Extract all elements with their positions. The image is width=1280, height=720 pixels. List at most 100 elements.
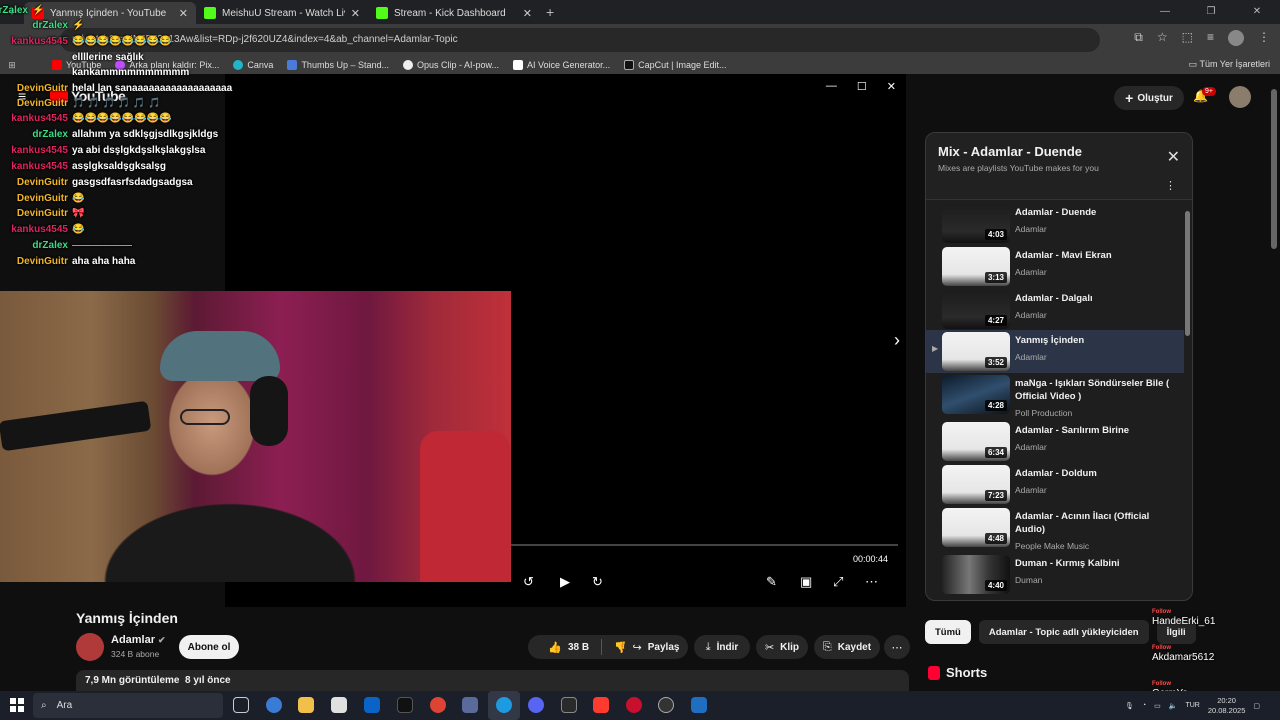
cast-icon[interactable]: ⧉: [1134, 30, 1143, 46]
next-video-arrow-icon[interactable]: ›: [894, 330, 900, 351]
download-label: İndir: [716, 641, 739, 653]
close-window-icon[interactable]: ✕: [1234, 0, 1280, 24]
download-button[interactable]: ⤓ İndir: [694, 635, 750, 659]
like-icon[interactable]: 👍: [548, 641, 562, 654]
toolbar-icons: ⧉ ☆ ⬚ ≡ ⋮: [1134, 30, 1270, 46]
tiktok-icon[interactable]: [397, 697, 413, 713]
playlist-item-current[interactable]: ▶ 3:52 Yanmış İçinden Adamlar: [926, 330, 1184, 373]
windows-start-icon[interactable]: [10, 698, 24, 712]
item-channel: Adamlar: [1015, 485, 1047, 495]
verified-icon: ✔: [158, 635, 166, 645]
chat-message: kankus4545 asşlgksaldşgksalşg: [0, 158, 166, 174]
new-tab-icon[interactable]: +: [546, 4, 554, 20]
chip-from-uploader[interactable]: Adamlar - Topic adlı yükleyiciden: [978, 620, 1149, 644]
playlist-close-icon[interactable]: ✕: [1167, 147, 1180, 167]
app-blue-icon[interactable]: [691, 697, 707, 713]
captions-icon[interactable]: ▣: [800, 574, 812, 590]
save-label: Kaydet: [837, 641, 872, 653]
bookmark-aivoice[interactable]: AI Voice Generator...: [513, 60, 610, 70]
player-close-icon[interactable]: ✕: [887, 80, 896, 93]
rewind-10-icon[interactable]: ↺: [523, 574, 534, 590]
playlist-item[interactable]: 6:34 Adamlar - Sarılırım Birine Adamlar: [926, 420, 1184, 463]
obs-icon[interactable]: [658, 697, 674, 713]
channel-name-text: Adamlar: [111, 634, 156, 646]
playlist-item[interactable]: 4:27 Adamlar - Dalgalı Adamlar: [926, 288, 1184, 331]
outlook-icon[interactable]: [364, 697, 380, 713]
play-icon[interactable]: ▶: [560, 574, 570, 590]
bookmark-star-icon[interactable]: ☆: [1157, 30, 1168, 46]
mic-icon[interactable]: 🎙: [1125, 702, 1134, 710]
playlist-item[interactable]: 4:03 Adamlar - Duende Adamlar: [926, 202, 1184, 245]
scissors-icon: ✂: [764, 641, 775, 654]
system-tray: 🎙 ◔ ▭ 🔈 TUR 20:20 20.08.2025 ▢: [1125, 691, 1260, 720]
playlist-title[interactable]: Mix - Adamlar - Duende: [938, 144, 1082, 159]
opera-icon[interactable]: [626, 697, 642, 713]
tab-close-icon[interactable]: ✕: [351, 7, 360, 20]
yandex-icon[interactable]: [593, 697, 609, 713]
playlist-item[interactable]: 7:23 Adamlar - Doldum Adamlar: [926, 463, 1184, 506]
playlist-more-icon[interactable]: ⋮: [1165, 179, 1176, 192]
player-maximize-icon[interactable]: ☐: [857, 80, 867, 93]
playlist-scrollbar[interactable]: [1185, 211, 1190, 336]
task-view-icon[interactable]: [233, 697, 249, 713]
profile-avatar[interactable]: [1228, 30, 1244, 46]
fullscreen-icon[interactable]: ⤢: [833, 574, 843, 590]
file-explorer-icon[interactable]: [298, 697, 314, 713]
taskbar-search[interactable]: ⌕ Ara: [33, 693, 223, 718]
more-actions-button[interactable]: ⋯: [884, 635, 910, 659]
edit-pencil-icon[interactable]: ✎: [766, 574, 777, 590]
chip-all[interactable]: Tümü: [925, 620, 971, 644]
chat-user: drZalex: [0, 4, 28, 16]
page-scrollbar[interactable]: [1271, 89, 1277, 249]
like-count[interactable]: 38 B: [568, 642, 589, 653]
battery-icon[interactable]: ▭: [1154, 702, 1161, 710]
restore-icon[interactable]: ❐: [1188, 0, 1234, 24]
minimize-icon[interactable]: —: [1142, 0, 1188, 24]
volume-icon[interactable]: 🔈: [1169, 702, 1178, 710]
account-avatar[interactable]: [1229, 86, 1251, 108]
create-button[interactable]: + Oluştur: [1114, 86, 1184, 110]
tab-close-icon[interactable]: ✕: [523, 7, 532, 20]
notification-center-icon[interactable]: ▢: [1253, 702, 1260, 710]
playlist-item[interactable]: 3:13 Adamlar - Mavi Ekran Adamlar: [926, 245, 1184, 288]
playlist-item[interactable]: 4:40 Duman - Kırmış Kalbini Duman: [926, 553, 1184, 596]
bookmark-thumbsup[interactable]: Thumbs Up – Stand...: [287, 60, 389, 70]
duration-badge: 4:27: [984, 315, 1007, 326]
wifi-icon[interactable]: ◔: [1142, 702, 1146, 709]
chat-message-continued: kankammmmmmmmmm: [72, 64, 189, 80]
browser-menu-icon[interactable]: ⋮: [1258, 30, 1270, 46]
streamer-cap: [160, 331, 280, 381]
copilot-icon[interactable]: [266, 697, 282, 713]
edge-icon[interactable]: [496, 697, 512, 713]
subscribe-button[interactable]: Abone ol: [179, 635, 239, 659]
more-options-icon[interactable]: ⋯: [865, 574, 878, 590]
item-title: Duman - Kırmış Kalbini: [1015, 558, 1120, 569]
extensions-icon[interactable]: ⬚: [1182, 30, 1193, 46]
clock-date: 20.08.2025: [1207, 705, 1246, 715]
bookmark-opusclip[interactable]: Opus Clip - AI-pow...: [402, 60, 499, 70]
media-icon[interactable]: ≡: [1207, 30, 1214, 46]
clip-button[interactable]: ✂ Klip: [756, 635, 808, 659]
store-icon[interactable]: [331, 697, 347, 713]
channel-name[interactable]: Adamlar ✔: [111, 634, 166, 646]
settings-gear-icon[interactable]: [462, 697, 478, 713]
app-icon[interactable]: [561, 697, 577, 713]
language-indicator[interactable]: TUR: [1185, 702, 1199, 709]
playlist-item[interactable]: 4:48 Adamlar - Acının İlacı (Official Au…: [926, 506, 1184, 551]
discord-icon[interactable]: [528, 697, 544, 713]
chat-user: drZalex: [32, 19, 68, 31]
share-button[interactable]: ↪ Paylaş: [624, 635, 688, 659]
playlist-item[interactable]: 4:28 maNga - Işıkları Söndürseler Bile (…: [926, 373, 1184, 418]
save-button[interactable]: ⎘ Kaydet: [814, 635, 880, 659]
tab-kick-dashboard[interactable]: Stream - Kick Dashboard ✕: [368, 2, 540, 24]
duration-badge: 3:13: [984, 272, 1007, 283]
chat-message: DevinGuitr 🎵 🎵 🎵 🎵 🎵 🎵: [0, 95, 161, 111]
all-bookmarks[interactable]: ▭ Tüm Yer İşaretleri: [1189, 59, 1270, 70]
forward-30-icon[interactable]: ↻: [592, 574, 603, 590]
chat-user: drZalex: [32, 239, 68, 251]
bookmark-capcut[interactable]: CapCut | Image Edit...: [624, 60, 726, 70]
player-minimize-icon[interactable]: —: [826, 80, 837, 93]
channel-avatar[interactable]: [76, 633, 104, 661]
clock[interactable]: 20:20 20.08.2025: [1208, 696, 1246, 716]
chrome-icon[interactable]: [430, 697, 446, 713]
